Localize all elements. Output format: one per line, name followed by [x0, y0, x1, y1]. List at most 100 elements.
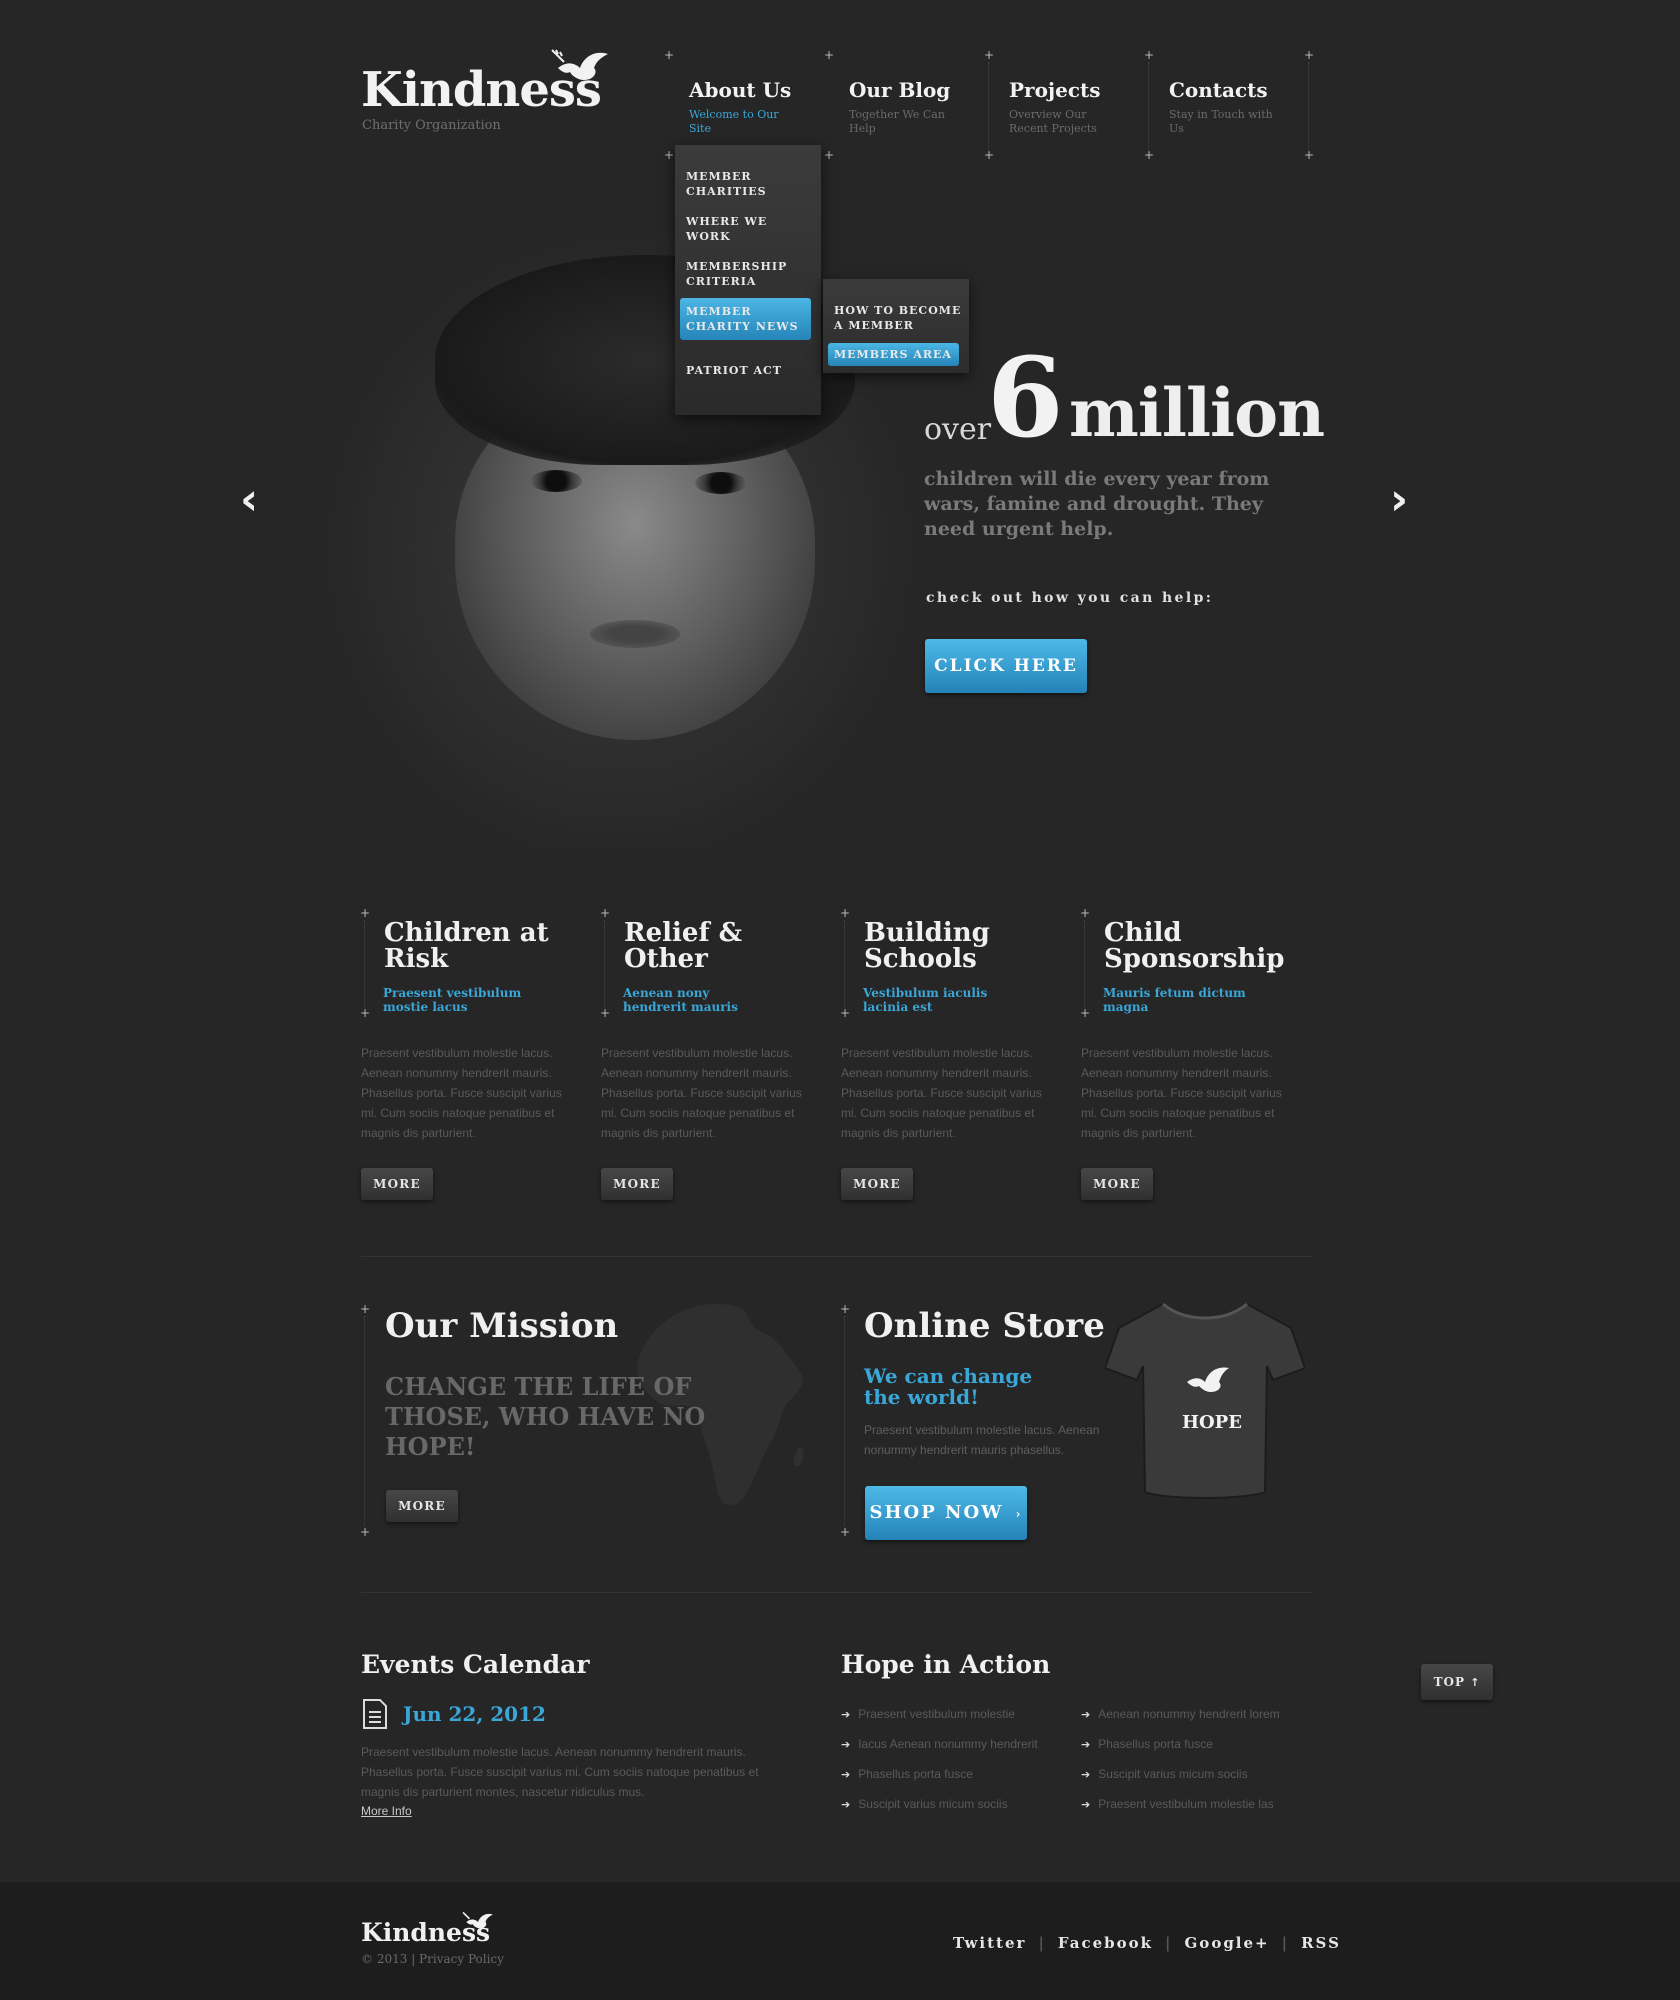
feature-title: Relief & Other — [624, 918, 743, 974]
grid-plus-icon: + — [360, 1525, 371, 1539]
tshirt-print-text: HOPE — [1182, 1412, 1242, 1433]
hero-unit: million — [1069, 374, 1325, 452]
footer-copyright-line: © 2013 | Privacy Policy — [361, 1952, 504, 1966]
nav-sublabel: Overview Our Recent Projects — [1009, 108, 1097, 135]
hope-item-text: Iacus Aenean nonummy hendrerit — [858, 1737, 1038, 1751]
event-body: Praesent vestibulum molestie lacus. Aene… — [361, 1745, 759, 1799]
feature-divider — [1084, 920, 1085, 1008]
feature-title: Children at Risk — [384, 918, 549, 974]
nav-sublabel: Together We Can Help — [849, 108, 945, 135]
twitter-link[interactable]: Twitter — [953, 1934, 1026, 1952]
submenu-item[interactable]: How to Become a Member — [834, 303, 964, 333]
nav-divider — [1308, 62, 1309, 150]
slider-prev-arrow-icon[interactable]: ‹ — [240, 474, 258, 525]
facebook-link[interactable]: Facebook — [1058, 1934, 1153, 1952]
store-title: Online Store — [864, 1306, 1105, 1346]
feature-divider — [604, 920, 605, 1008]
logo-subtitle: Charity Organization — [362, 118, 501, 133]
hero-call-to-action-text: check out how you can help: — [926, 590, 1214, 606]
hope-list-item[interactable]: ➔ Phasellus porta fusce — [841, 1767, 973, 1781]
mission-title: Our Mission — [385, 1306, 619, 1346]
nav-item-contacts[interactable]: Contacts Stay in Touch with Us — [1147, 58, 1307, 158]
hero-over: over — [924, 412, 992, 447]
section-divider — [361, 1592, 1312, 1593]
hero-description: children will die every year from wars, … — [924, 468, 1270, 540]
arrow-right-icon: ➔ — [1081, 1738, 1091, 1751]
store-body: Praesent vestibulum molestie lacus. Aene… — [864, 1423, 1100, 1457]
feature-subtitle: Vestibulum iaculis lacinia est — [863, 986, 988, 1014]
click-here-button[interactable]: CLICK HERE — [925, 639, 1087, 693]
hope-item-text: Suscipit varius micum sociis — [858, 1797, 1008, 1811]
grid-plus-icon: + — [840, 1006, 851, 1020]
feature-body: Praesent vestibulum molestie lacus. Aene… — [1081, 1046, 1282, 1140]
grid-plus-icon: + — [600, 906, 611, 920]
shop-now-button[interactable]: SHOP NOW › — [865, 1486, 1027, 1540]
hope-list-item[interactable]: ➔ Aenean nonummy hendrerit lorem — [1081, 1707, 1280, 1721]
feature-more-button[interactable]: MORE — [1081, 1168, 1153, 1200]
footer-separator: | — [1281, 1934, 1290, 1952]
grid-plus-icon: + — [360, 1302, 371, 1316]
nav-item-our-blog[interactable]: Our Blog Together We Can Help — [827, 58, 987, 158]
feature-title: Building Schools — [864, 918, 990, 974]
hope-item-text: Phasellus porta fusce — [1098, 1737, 1213, 1751]
submenu-item-active[interactable]: Members Area — [828, 343, 959, 366]
nav-sublabel: Stay in Touch with Us — [1169, 108, 1273, 135]
slider-next-arrow-icon[interactable]: › — [1390, 474, 1408, 525]
dropdown-item-active[interactable]: Member Charity News — [680, 298, 811, 340]
feature-subtitle: Praesent vestibulum mostie lacus — [383, 986, 522, 1014]
dove-footer-icon — [462, 1911, 493, 1929]
section-divider — [361, 1256, 1312, 1257]
back-to-top-button[interactable]: TOP ↑ — [1421, 1664, 1493, 1700]
dropdown-item[interactable]: Where We Work — [686, 214, 806, 244]
hope-list-item[interactable]: ➔ Iacus Aenean nonummy hendrerit — [841, 1737, 1038, 1751]
hope-item-text: Praesent vestibulum molestie las — [1098, 1797, 1274, 1811]
hope-item-text: Aenean nonummy hendrerit lorem — [1098, 1707, 1280, 1721]
feature-more-button[interactable]: MORE — [601, 1168, 673, 1200]
nav-sublabel: Welcome to Our Site — [689, 108, 779, 135]
arrow-right-icon: ➔ — [841, 1798, 851, 1811]
grid-plus-icon: + — [360, 1006, 371, 1020]
hope-list-item[interactable]: ➔ Suscipit varius micum sociis — [841, 1797, 1008, 1811]
hero-photo-eye — [530, 470, 582, 492]
feature-subtitle: Aenean nony hendrerit mauris — [623, 986, 738, 1014]
more-info-link[interactable]: More Info — [361, 1804, 412, 1818]
nav-item-about-us[interactable]: About Us Welcome to Our Site — [667, 58, 827, 158]
top-label: TOP — [1433, 1675, 1465, 1689]
rss-link[interactable]: RSS — [1301, 1934, 1341, 1952]
feature-more-button[interactable]: MORE — [841, 1168, 913, 1200]
store-subtitle: We can change the world! — [864, 1364, 1033, 1409]
arrow-right-icon: ➔ — [1081, 1708, 1091, 1721]
feature-body: Praesent vestibulum molestie lacus. Aene… — [601, 1046, 802, 1140]
dropdown-item[interactable]: Member Charities — [686, 169, 806, 199]
dropdown-submenu: How to Become a Member Members Area — [823, 279, 969, 373]
mission-divider — [364, 1316, 365, 1526]
dropdown-item[interactable]: Membership Criteria — [686, 259, 806, 289]
calendar-document-icon — [363, 1699, 387, 1729]
feature-body: Praesent vestibulum molestie lacus. Aene… — [841, 1046, 1042, 1140]
hope-list-item[interactable]: ➔ Suscipit varius micum sociis — [1081, 1767, 1248, 1781]
grid-plus-icon: + — [840, 906, 851, 920]
grid-plus-icon: + — [840, 1302, 851, 1316]
nav-label: Our Blog — [849, 78, 951, 102]
google-plus-link[interactable]: Google+ — [1185, 1934, 1270, 1952]
nav-item-projects[interactable]: Projects Overview Our Recent Projects — [987, 58, 1147, 158]
arrow-right-icon: ➔ — [841, 1738, 851, 1751]
event-date: Jun 22, 2012 — [403, 1702, 546, 1726]
feature-body: Praesent vestibulum molestie lacus. Aene… — [361, 1046, 562, 1140]
store-divider — [844, 1316, 845, 1526]
hope-list-item[interactable]: ➔ Praesent vestibulum molestie — [841, 1707, 1015, 1721]
hope-item-text: Suscipit varius micum sociis — [1098, 1767, 1248, 1781]
mission-more-button[interactable]: MORE — [386, 1490, 458, 1522]
grid-plus-icon: + — [1080, 1006, 1091, 1020]
feature-divider — [364, 920, 365, 1008]
dropdown-item[interactable]: Patriot Act — [686, 363, 806, 378]
hope-list-item[interactable]: ➔ Praesent vestibulum molestie las — [1081, 1797, 1274, 1811]
mission-text: Change the life of those, who have no ho… — [385, 1372, 706, 1461]
grid-plus-icon: + — [840, 1525, 851, 1539]
footer-separator: | — [411, 1952, 420, 1966]
chevron-right-icon: › — [1015, 1507, 1023, 1521]
arrow-up-icon: ↑ — [1470, 1676, 1481, 1689]
feature-more-button[interactable]: MORE — [361, 1168, 433, 1200]
hope-list-item[interactable]: ➔ Phasellus porta fusce — [1081, 1737, 1213, 1751]
privacy-policy-link[interactable]: Privacy Policy — [419, 1952, 504, 1966]
